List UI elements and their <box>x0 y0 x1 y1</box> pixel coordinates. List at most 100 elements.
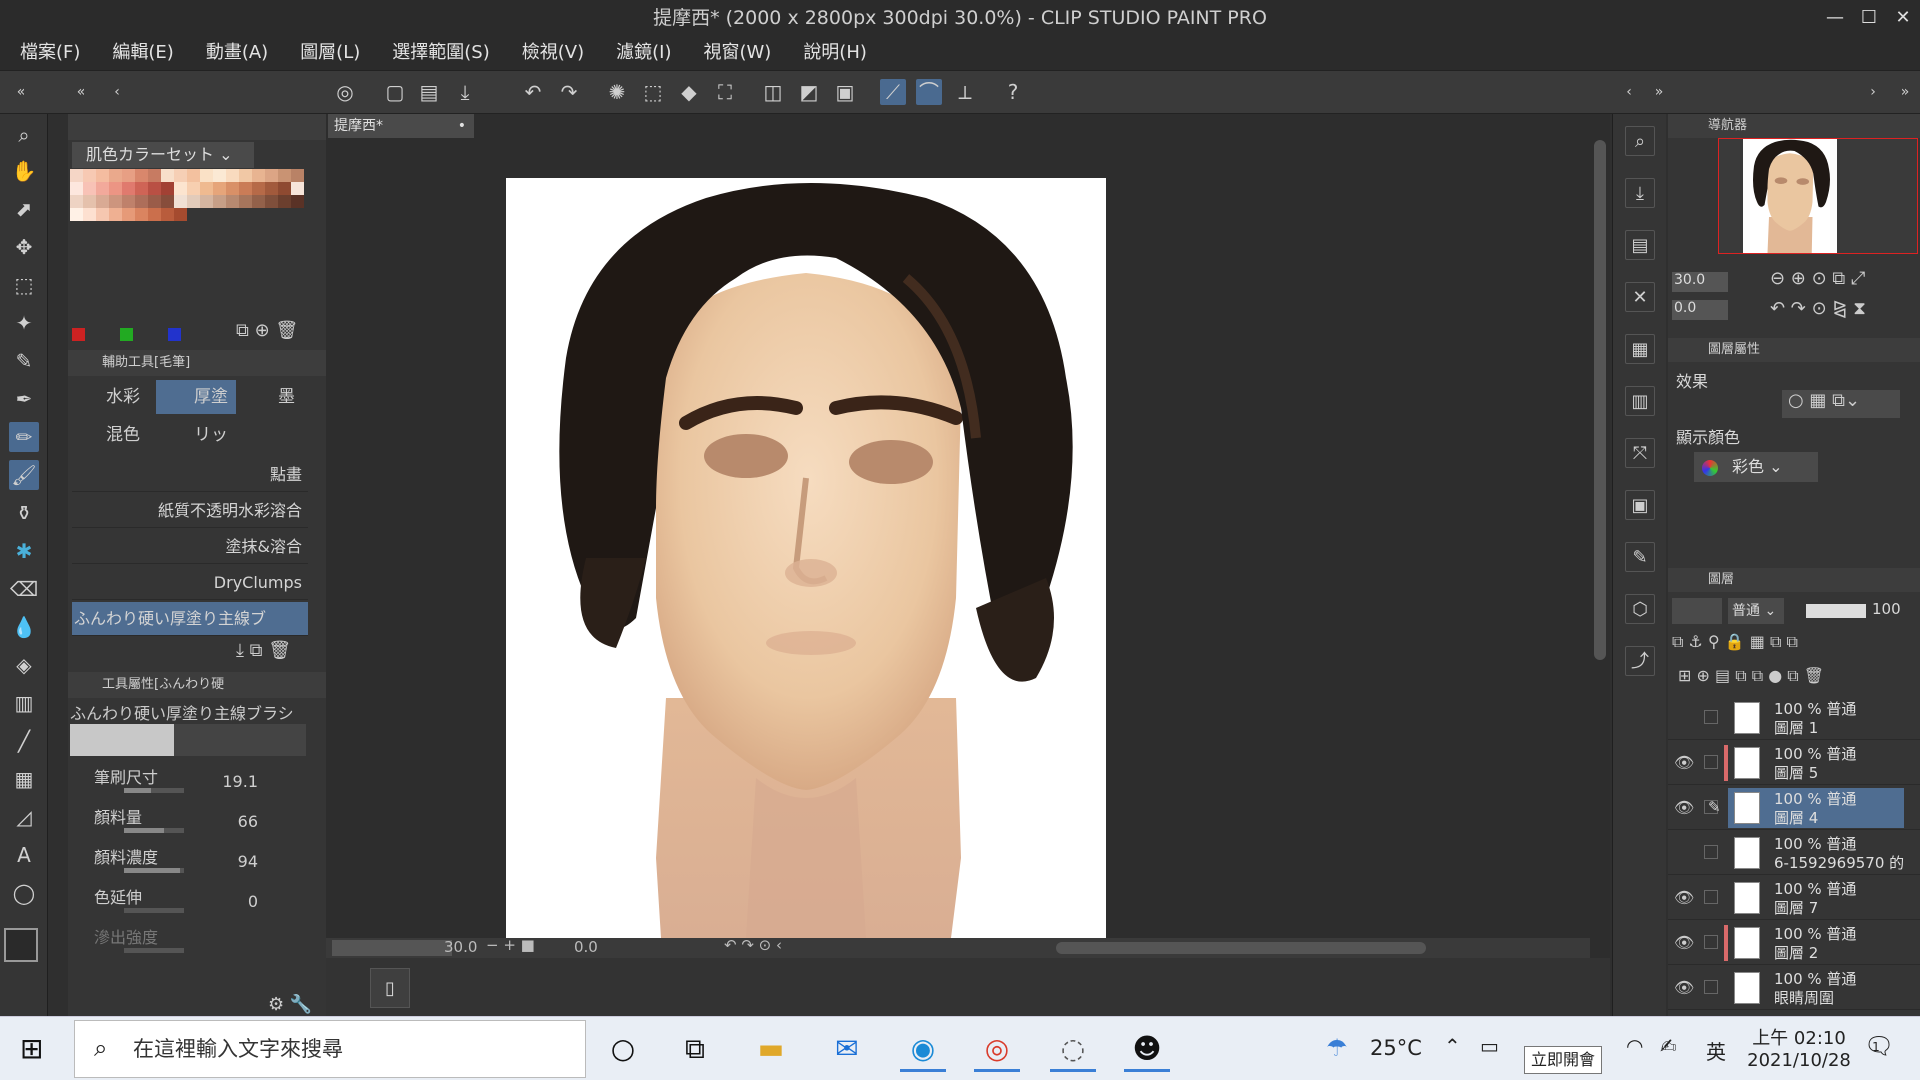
gradient-icon[interactable]: ▥ <box>9 688 39 718</box>
palette-swatch[interactable] <box>135 169 148 182</box>
collapse-left2-icon[interactable]: « <box>68 79 94 105</box>
palette-swatch[interactable] <box>226 195 239 208</box>
palette-swatch[interactable] <box>226 182 239 195</box>
layer-tools-row1-icon[interactable]: ⧉ ⚓ ⚲ 🔒 ▦ ⧉ ⧉ <box>1672 632 1798 652</box>
sub-tool-tab-blend[interactable]: 混色 <box>68 418 156 452</box>
palette-swatch[interactable] <box>83 208 96 221</box>
navigator-zoom-field[interactable]: 30.0 <box>1672 272 1728 292</box>
sub-tool-tab-ink[interactable]: 墨 <box>240 380 318 414</box>
palette-swatch[interactable] <box>187 195 200 208</box>
brush-item-opaque-watercolor[interactable]: 紙質不透明水彩溶合 <box>72 494 308 528</box>
save-icon[interactable]: ⤓ <box>452 79 478 105</box>
operation-icon[interactable]: ⬈ <box>9 194 39 224</box>
delete-layer-icon[interactable]: ✕ <box>1625 282 1655 312</box>
timeline-icon[interactable]: ▯ <box>370 968 410 1008</box>
palette-swatch[interactable] <box>135 208 148 221</box>
sub-tool-tab-thick-paint[interactable]: 厚塗 <box>156 380 236 414</box>
palette-swatch[interactable] <box>161 182 174 195</box>
snap-ruler-icon[interactable]: ⟋ <box>880 79 906 105</box>
weather-temp[interactable]: 25°C <box>1370 1036 1422 1060</box>
frame-border-icon[interactable]: ▦ <box>9 764 39 794</box>
palette-swatch[interactable] <box>109 195 122 208</box>
palette-swatch[interactable] <box>252 169 265 182</box>
ime-indicator[interactable]: 英 <box>1706 1036 1726 1065</box>
clip-studio-icon[interactable]: ◎ <box>332 79 358 105</box>
main-color-swatch[interactable] <box>4 928 38 962</box>
palette-swatch[interactable] <box>291 182 304 195</box>
clear-outside-icon[interactable]: ⬚ <box>640 79 666 105</box>
deselect-icon[interactable]: ◫ <box>760 79 786 105</box>
clip-studio-paint-taskbar-icon[interactable]: ☻ <box>1124 1026 1170 1072</box>
extra-color-swatch[interactable] <box>168 328 181 341</box>
tool-property-slider[interactable] <box>124 908 184 913</box>
navigator-zoom-buttons-icon[interactable]: ⊖ ⊕ ⊙ ⧉ ⤢ <box>1770 268 1865 289</box>
file-explorer-icon[interactable]: ▬ <box>748 1026 794 1072</box>
rotation-value[interactable]: 0.0 <box>574 938 598 956</box>
layer-info[interactable]: 100 % 普通 眼睛周圍 <box>1728 968 1904 1008</box>
battery-icon[interactable]: ▭ <box>1480 1034 1499 1058</box>
help-icon[interactable]: ? <box>1000 79 1026 105</box>
extra-color-swatch[interactable] <box>120 328 133 341</box>
effect-buttons-icon[interactable]: ○ ▦ ⧉⌄ <box>1782 390 1900 418</box>
selection-icon[interactable]: ⬚ <box>9 270 39 300</box>
menu-edit[interactable]: 編輯(E) <box>112 36 173 70</box>
palette-swatch[interactable] <box>239 169 252 182</box>
palette-swatch[interactable] <box>213 169 226 182</box>
tool-property-value[interactable]: 94 <box>208 852 258 871</box>
brush-icon[interactable]: 🖌 <box>9 460 39 490</box>
figure-icon[interactable]: ╱ <box>9 726 39 756</box>
canvas-paper[interactable] <box>506 178 1106 938</box>
palette-swatch[interactable] <box>148 195 161 208</box>
visibility-eye-icon[interactable]: 👁 <box>1674 933 1694 952</box>
clear-icon[interactable]: ✺ <box>604 79 630 105</box>
menu-layer[interactable]: 圖層(L) <box>300 36 360 70</box>
chevron-left-icon[interactable]: ‹ <box>104 79 130 105</box>
layer-info[interactable]: 100 % 普通6-1592969570 的複製 <box>1728 833 1904 873</box>
palette-swatch[interactable] <box>135 195 148 208</box>
ruler-icon[interactable]: ◿ <box>9 802 39 832</box>
layer-row[interactable]: 👁 100 % 普通 眼睛周圍 <box>1668 966 1920 1010</box>
transform-icon[interactable]: ⛶ <box>712 79 738 105</box>
palette-swatch[interactable] <box>252 182 265 195</box>
tool-property-slider[interactable] <box>124 868 184 873</box>
palette-swatch[interactable] <box>265 182 278 195</box>
palette-swatch[interactable] <box>83 182 96 195</box>
palette-swatch[interactable] <box>148 208 161 221</box>
palette-swatch[interactable] <box>122 169 135 182</box>
visibility-eye-icon[interactable]: 👁 <box>1674 978 1694 997</box>
palette-swatch[interactable] <box>291 169 304 182</box>
layer-lock-checkbox[interactable] <box>1704 710 1718 724</box>
palette-swatch[interactable] <box>148 182 161 195</box>
palette-swatch[interactable] <box>226 169 239 182</box>
menu-view[interactable]: 檢視(V) <box>522 36 584 70</box>
layer-row[interactable]: 👁 ✎ 100 % 普通 圖層 4 <box>1668 786 1920 830</box>
wifi-icon[interactable]: ◠ <box>1626 1034 1643 1058</box>
opacity-value[interactable]: 100 <box>1872 600 1901 618</box>
brush-item-smudge[interactable]: 塗抹&溶合 <box>72 530 308 564</box>
blend-mode-select[interactable]: 普通 ⌄ <box>1728 598 1784 624</box>
visibility-eye-icon[interactable]: 👁 <box>1674 798 1694 817</box>
tool-property-row[interactable]: 顏料濃度 94 <box>68 844 326 882</box>
extra-color-swatch[interactable] <box>72 328 85 341</box>
hand-icon[interactable]: ✋ <box>9 156 39 186</box>
menu-help[interactable]: 說明(H) <box>803 36 867 70</box>
zoom-icon[interactable]: ⌕ <box>9 120 39 150</box>
layer-info[interactable]: 100 % 普通 圖層 7 <box>1728 878 1904 918</box>
tool-property-value[interactable]: 66 <box>208 812 258 831</box>
navigator-panel-icon[interactable]: ⌕ <box>1625 126 1655 156</box>
minimize-button[interactable]: — <box>1818 0 1852 36</box>
menu-filter[interactable]: 濾鏡(I) <box>616 36 671 70</box>
palette-swatch[interactable] <box>213 195 226 208</box>
maximize-button[interactable]: ☐ <box>1852 0 1886 36</box>
palette-swatch[interactable] <box>109 208 122 221</box>
layer-lock-checkbox[interactable] <box>1704 845 1718 859</box>
tool-property-row[interactable]: 滲出強度 <box>68 924 326 962</box>
transform-layer-icon[interactable]: ⤧ <box>1625 438 1655 468</box>
brush-item-stipple[interactable]: 點畫 <box>72 458 308 492</box>
clock-date[interactable]: 2021/10/28 <box>1744 1050 1854 1071</box>
expand-right2-icon[interactable]: » <box>1892 79 1918 105</box>
cortana-icon[interactable]: ○ <box>600 1026 646 1072</box>
visibility-eye-icon[interactable]: 👁 <box>1674 888 1694 907</box>
expand-right-icon[interactable]: » <box>1646 79 1672 105</box>
windows-start-icon[interactable]: ⊞ <box>20 1032 43 1065</box>
